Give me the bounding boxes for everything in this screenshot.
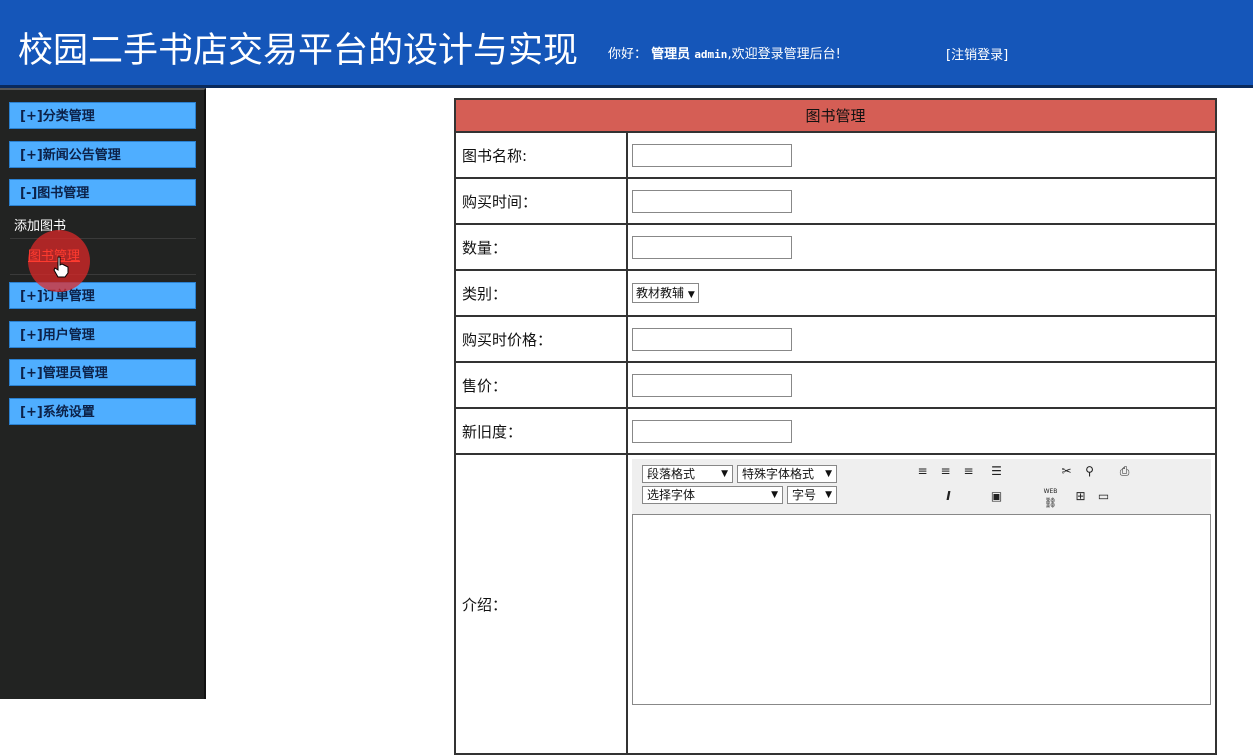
field-label-purchase-price: 购买时价格： bbox=[454, 315, 628, 363]
menu-user-management[interactable]: [+]用户管理 bbox=[9, 321, 196, 348]
special-font-select[interactable]: 特殊字体格式 ▼ bbox=[737, 465, 837, 483]
field-label-quantity: 数量： bbox=[454, 223, 628, 271]
field-label-category: 类别： bbox=[454, 269, 628, 317]
menu-category-management[interactable]: [+]分类管理 bbox=[9, 102, 196, 129]
editor-content-area[interactable] bbox=[632, 514, 1211, 705]
font-family-value: 选择字体 bbox=[647, 488, 696, 502]
align-center-icon[interactable]: ≡ bbox=[937, 463, 954, 480]
align-left-icon[interactable]: ≡ bbox=[914, 463, 931, 480]
greeting-label: 你好： bbox=[608, 47, 648, 62]
list-icon[interactable]: ☰ bbox=[988, 463, 1005, 480]
dropdown-arrow-icon: ▼ bbox=[825, 490, 832, 500]
field-label-sale-price: 售价： bbox=[454, 361, 628, 409]
italic-icon[interactable]: I bbox=[940, 488, 957, 505]
dropdown-arrow-icon: ▼ bbox=[825, 469, 832, 479]
welcome-text: 你好： 管理员 admin,欢迎登录管理后台! bbox=[608, 43, 841, 62]
field-label-intro: 介绍： bbox=[454, 453, 628, 755]
web-link-label: WEB bbox=[1043, 488, 1058, 495]
font-size-value: 字号 bbox=[792, 488, 817, 502]
username-label: admin bbox=[694, 48, 728, 61]
purchase-price-input[interactable] bbox=[632, 327, 792, 351]
paragraph-format-value: 段落格式 bbox=[647, 467, 696, 481]
app-title: 校园二手书店交易平台的设计与实现 bbox=[18, 31, 579, 71]
sidebar: [+]分类管理 [+]新闻公告管理 [-]图书管理 添加图书 [+]订单管理 [… bbox=[0, 88, 206, 699]
logout-link[interactable]: [注销登录] bbox=[946, 44, 1008, 63]
category-select-value: 教材教辅 bbox=[636, 286, 685, 300]
media-icon[interactable]: ▭ bbox=[1095, 488, 1112, 505]
app-header: 校园二手书店交易平台的设计与实现 你好： 管理员 admin,欢迎登录管理后台!… bbox=[0, 0, 1253, 88]
rich-text-editor: 段落格式 ▼ 特殊字体格式 ▼ 选择字体 ▼ 字号 ▼ ≡ ≡ ≡ ☰ ✂ ⚲ … bbox=[632, 459, 1211, 705]
menu-news-management[interactable]: [+]新闻公告管理 bbox=[9, 141, 196, 168]
welcome-message: ,欢迎登录管理后台! bbox=[727, 47, 841, 62]
field-label-condition: 新旧度： bbox=[454, 407, 628, 455]
menu-order-management[interactable]: [+]订单管理 bbox=[9, 282, 196, 309]
paragraph-format-select[interactable]: 段落格式 ▼ bbox=[642, 465, 733, 483]
role-label: 管理员 bbox=[651, 47, 691, 62]
table-icon[interactable]: ⊞ bbox=[1072, 488, 1089, 505]
condition-input[interactable] bbox=[632, 419, 792, 443]
align-right-icon[interactable]: ≡ bbox=[960, 463, 977, 480]
font-family-select[interactable]: 选择字体 ▼ bbox=[642, 486, 783, 504]
category-select[interactable]: 教材教辅 ▼ bbox=[632, 283, 699, 303]
purchase-date-input[interactable] bbox=[632, 189, 792, 213]
menu-admin-management[interactable]: [+]管理员管理 bbox=[9, 359, 196, 386]
cut-icon[interactable]: ✂ bbox=[1058, 463, 1075, 480]
dropdown-arrow-icon: ▼ bbox=[687, 290, 695, 300]
field-label-book-name: 图书名称: bbox=[454, 131, 628, 179]
hand-cursor-icon bbox=[53, 256, 69, 278]
dropdown-arrow-icon: ▼ bbox=[721, 469, 728, 479]
field-label-purchase-date: 购买时间： bbox=[454, 177, 628, 225]
editor-toolbar: 段落格式 ▼ 特殊字体格式 ▼ 选择字体 ▼ 字号 ▼ ≡ ≡ ≡ ☰ ✂ ⚲ … bbox=[632, 459, 1211, 514]
web-link-icon[interactable]: WEB ⛓ bbox=[1042, 488, 1059, 509]
menu-book-management[interactable]: [-]图书管理 bbox=[9, 179, 196, 206]
dropdown-arrow-icon: ▼ bbox=[771, 490, 778, 500]
book-form: 图书管理 图书名称: 购买时间： 数量： 类别： 教材教辅 ▼ 购买时价格： 售… bbox=[454, 98, 1217, 755]
sale-price-input[interactable] bbox=[632, 373, 792, 397]
menu-system-settings[interactable]: [+]系统设置 bbox=[9, 398, 196, 425]
form-header: 图书管理 bbox=[454, 98, 1217, 133]
book-name-input[interactable] bbox=[632, 143, 792, 167]
find-icon[interactable]: ⚲ bbox=[1081, 463, 1098, 480]
insert-image-icon[interactable]: ▣ bbox=[988, 488, 1005, 505]
font-size-select[interactable]: 字号 ▼ bbox=[787, 486, 837, 504]
print-icon[interactable]: ⎙ bbox=[1116, 463, 1133, 480]
special-font-value: 特殊字体格式 bbox=[742, 467, 815, 481]
quantity-input[interactable] bbox=[632, 235, 792, 259]
